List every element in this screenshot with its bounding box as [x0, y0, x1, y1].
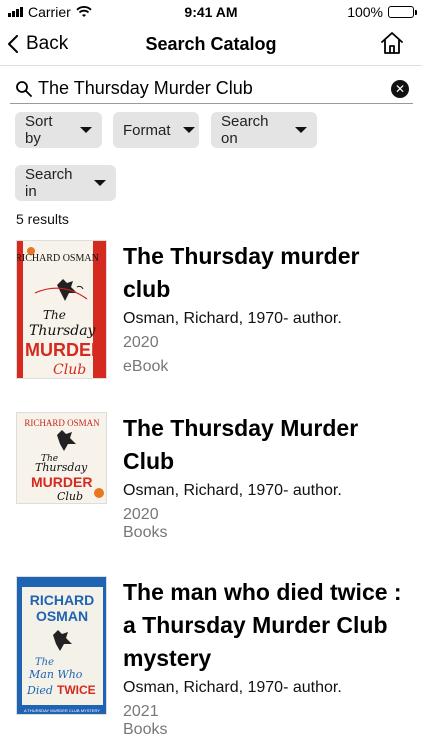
- result-author: Osman, Richard, 1970- author.: [123, 310, 342, 327]
- list-item[interactable]: RICHARD OSMAN The Man Who Died TWICE A T…: [16, 576, 416, 750]
- cover-line4: Club: [53, 362, 86, 378]
- result-format: Books: [123, 524, 168, 541]
- search-in-dropdown[interactable]: Search in: [15, 165, 116, 201]
- book-cover: RICHARD OSMAN The Thursday MURDER Club: [16, 412, 107, 504]
- cover-line2: Thursday: [35, 461, 88, 474]
- caret-down-icon: [182, 127, 195, 133]
- cover-line2: Man Who: [28, 668, 83, 681]
- cover-author: RICHARD OSMAN: [24, 418, 100, 428]
- search-icon: [16, 80, 32, 97]
- battery-percent: 100%: [347, 4, 383, 20]
- book-cover-art: RICHARD OSMAN The Thursday MURDER Club: [17, 241, 106, 378]
- battery-icon: [388, 6, 417, 18]
- search-on-dropdown[interactable]: Search on: [211, 112, 317, 148]
- result-format: eBook: [123, 358, 169, 375]
- result-author: Osman, Richard, 1970- author.: [123, 679, 342, 696]
- clear-search-icon[interactable]: ✕: [391, 79, 409, 98]
- caret-down-icon: [80, 127, 92, 133]
- cover-author-first: RICHARD: [30, 592, 95, 608]
- cover-line4: Club: [57, 490, 83, 503]
- chip-label: Search on: [221, 113, 269, 147]
- result-title[interactable]: The Thursday murder club: [123, 240, 408, 306]
- result-year: 2021: [123, 703, 159, 720]
- book-cover-art: RICHARD OSMAN The Man Who Died TWICE A T…: [17, 577, 106, 714]
- results-count: 5 results: [16, 211, 69, 227]
- list-item[interactable]: RICHARD OSMAN The Thursday MURDER Club T…: [16, 412, 416, 541]
- format-dropdown[interactable]: Format: [113, 112, 199, 148]
- cover-author-last: OSMAN: [36, 608, 88, 624]
- cover-line3: Died: [26, 684, 53, 697]
- cover-line2: Thursday: [29, 323, 97, 339]
- list-item[interactable]: RICHARD OSMAN The Thursday MURDER Club T…: [16, 240, 416, 385]
- caret-down-icon: [94, 180, 106, 186]
- cover-line3: MURDER: [25, 340, 104, 360]
- navigation-bar: Back Search Catalog: [0, 24, 422, 66]
- search-bar: ✕: [10, 74, 413, 104]
- cover-line1: The: [35, 657, 54, 668]
- book-cover: RICHARD OSMAN The Thursday MURDER Club: [16, 240, 107, 379]
- search-input[interactable]: [38, 78, 391, 99]
- sort-by-dropdown[interactable]: Sort by: [15, 112, 102, 148]
- cover-line1: The: [43, 308, 66, 322]
- result-year: 2020: [123, 334, 159, 351]
- caret-down-icon: [295, 127, 307, 133]
- home-icon: [381, 32, 403, 54]
- cover-line3: MURDER: [31, 474, 92, 490]
- chip-label: Sort by: [25, 113, 53, 147]
- book-cover-art: RICHARD OSMAN The Thursday MURDER Club: [17, 413, 106, 503]
- result-title[interactable]: The Thursday Murder Club: [123, 412, 408, 478]
- page-title: Search Catalog: [145, 34, 277, 54]
- result-format: Books: [123, 721, 168, 738]
- result-author: Osman, Richard, 1970- author.: [123, 482, 342, 499]
- cover-footer: A THURSDAY MURDER CLUB MYSTERY: [24, 708, 100, 713]
- cover-author: RICHARD OSMAN: [17, 253, 99, 264]
- result-year: 2020: [123, 506, 159, 523]
- chip-label: Search in: [25, 166, 73, 200]
- status-bar: Carrier 9:41 AM 100%: [0, 0, 422, 24]
- home-button[interactable]: [380, 31, 404, 60]
- cover-line4: TWICE: [57, 683, 96, 697]
- result-title[interactable]: The man who died twice : a Thursday Murd…: [123, 576, 408, 675]
- book-cover: RICHARD OSMAN The Man Who Died TWICE A T…: [16, 576, 107, 715]
- chip-label: Format: [123, 121, 171, 139]
